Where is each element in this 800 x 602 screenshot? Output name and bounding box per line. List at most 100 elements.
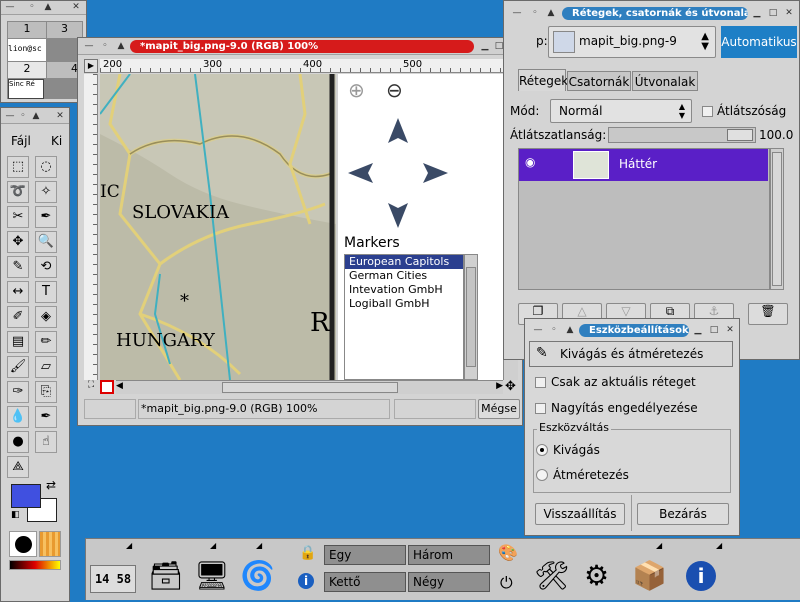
info-small-icon[interactable]: i	[298, 573, 314, 589]
cancel-button[interactable]: Mégse	[478, 399, 520, 419]
scroll-right-arrow-icon[interactable]: ▶	[496, 381, 503, 391]
brush-indicator[interactable]	[9, 531, 37, 557]
pencil-tool-button[interactable]: ✏	[35, 331, 57, 353]
lock-icon[interactable]: 🔒	[299, 545, 316, 561]
package-launcher-icon[interactable]: 📦	[632, 559, 667, 592]
flip-tool-button[interactable]: ↔	[7, 281, 29, 303]
close-icon[interactable]: ✕	[725, 325, 735, 335]
scroll-thumb[interactable]	[222, 382, 398, 393]
paths-tool-button[interactable]: ✒	[35, 206, 57, 228]
zoom-in-icon[interactable]: ⊕	[348, 78, 365, 102]
transform-tool-button[interactable]: ⟲	[35, 256, 57, 278]
minimize-icon[interactable]: ▁	[693, 325, 703, 335]
workspace-3-button[interactable]: Három	[408, 545, 490, 565]
pager-cell-3[interactable]: 3	[47, 22, 82, 38]
shade-icon[interactable]: ▲	[116, 41, 126, 51]
pin-icon[interactable]: ◦	[549, 325, 559, 335]
tab-channels[interactable]: Csatornák	[567, 71, 631, 91]
fuzzy-select-tool-button[interactable]: ✧	[35, 181, 57, 203]
shade-icon[interactable]: ▲	[43, 2, 53, 12]
horizontal-scrollbar[interactable]: ◀ ▶	[116, 380, 503, 394]
navigate-icon[interactable]: ✥	[505, 379, 516, 394]
workspace-1-button[interactable]: Egy	[324, 545, 406, 565]
shade-icon[interactable]: ▲	[546, 8, 556, 18]
move-tool-button[interactable]: ✥	[7, 231, 29, 253]
vertical-ruler[interactable]	[84, 74, 98, 380]
magnify-tool-button[interactable]: 🔍	[35, 231, 57, 253]
menu-icon[interactable]: —	[5, 2, 15, 12]
maximize-icon[interactable]: □	[768, 8, 778, 18]
eye-icon[interactable]: ◉	[525, 155, 541, 171]
markers-scrollbar[interactable]	[464, 254, 478, 380]
terminal-launcher-icon[interactable]: 🗃	[148, 559, 184, 592]
marker-item-german-cities[interactable]: German Cities	[345, 269, 463, 283]
pin-icon[interactable]: ◦	[530, 8, 540, 18]
maximize-icon[interactable]: □	[709, 325, 719, 335]
menu-extensions[interactable]: Ki	[51, 134, 62, 148]
config-launcher-icon[interactable]: ⚙	[584, 559, 609, 592]
pan-arrows-icon[interactable]	[348, 118, 448, 228]
pattern-indicator[interactable]	[39, 531, 61, 557]
drawer-arrow-icon[interactable]: ◢	[256, 541, 262, 550]
scroll-thumb[interactable]	[466, 267, 476, 367]
menu-icon[interactable]: —	[533, 325, 543, 335]
color-picker-tool-button[interactable]: ✐	[7, 306, 29, 328]
menu-icon[interactable]: —	[512, 8, 522, 18]
delete-layer-button[interactable]: 🗑	[748, 303, 788, 325]
pin-icon[interactable]: ◦	[27, 2, 37, 12]
close-icon[interactable]: ✕	[784, 8, 794, 18]
measure-tool-button[interactable]: ⟁	[7, 456, 29, 478]
pager-cell-2[interactable]: 2	[8, 62, 46, 78]
close-icon[interactable]: ✕	[55, 111, 65, 121]
drawer-arrow-icon[interactable]: ◢	[656, 541, 662, 550]
pin-icon[interactable]: ◦	[18, 111, 28, 121]
tab-layers[interactable]: Rétegek	[518, 69, 568, 91]
workspace-4-button[interactable]: Négy	[408, 572, 490, 592]
bucket-fill-tool-button[interactable]: ◈	[35, 306, 57, 328]
tools-launcher-icon[interactable]: 🛠	[534, 559, 570, 592]
menu-icon[interactable]: —	[5, 111, 15, 121]
menu-icon[interactable]: —	[84, 41, 94, 51]
crop-radio[interactable]	[536, 444, 548, 456]
menu-arrow-button[interactable]: ▶	[84, 59, 98, 73]
layer-row-background[interactable]: ◉ Háttér	[519, 149, 768, 181]
eraser-tool-button[interactable]: ▱	[35, 356, 57, 378]
airbrush-tool-button[interactable]: ✑	[7, 381, 29, 403]
marker-item-logiball[interactable]: Logiball GmbH	[345, 297, 463, 311]
pin-icon[interactable]: ◦	[100, 41, 110, 51]
pager-cell-1[interactable]: 1	[8, 22, 46, 38]
scroll-thumb[interactable]	[772, 152, 782, 286]
rect-select-tool-button[interactable]: ⬚	[7, 156, 29, 178]
gradient-indicator[interactable]	[9, 560, 61, 570]
fg-color-swatch[interactable]	[11, 484, 41, 508]
minimize-icon[interactable]: ▁	[480, 41, 490, 51]
clone-tool-button[interactable]: ⎘	[35, 381, 57, 403]
info-launcher-icon[interactable]: i	[686, 561, 716, 591]
layers-scrollbar[interactable]	[770, 148, 784, 290]
blend-tool-button[interactable]: ▤	[7, 331, 29, 353]
marker-item-intevation[interactable]: Intevation GmbH	[345, 283, 463, 297]
workspace-2-button[interactable]: Kettő	[324, 572, 406, 592]
convolve-tool-button[interactable]: 💧	[7, 406, 29, 428]
opacity-slider[interactable]	[608, 127, 756, 143]
horizontal-ruler[interactable]: 200 300 400 500	[100, 59, 503, 73]
ellipse-select-tool-button[interactable]: ◌	[35, 156, 57, 178]
opacity-slider-handle[interactable]	[727, 129, 753, 141]
crop-tool-button[interactable]: ✎	[7, 256, 29, 278]
drawer-arrow-icon[interactable]: ◢	[716, 541, 722, 550]
tab-paths[interactable]: Útvonalak	[632, 71, 698, 91]
scissors-tool-button[interactable]: ✂	[7, 206, 29, 228]
auto-button[interactable]: Automatikus	[721, 26, 797, 58]
drawer-arrow-icon[interactable]: ◢	[126, 541, 132, 550]
minimize-icon[interactable]: ▁	[752, 8, 762, 18]
pager-cell-workspace[interactable]: lion@sc	[8, 39, 46, 61]
gimp-launcher-icon[interactable]: 🌀	[240, 559, 275, 592]
dodge-burn-tool-button[interactable]: ●	[7, 431, 29, 453]
stop-icon[interactable]	[100, 380, 114, 394]
image-selector[interactable]: mapit_big.png-9 ▲ ▼	[548, 26, 716, 58]
paintbrush-tool-button[interactable]: 🖌	[7, 356, 29, 378]
swap-colors-icon[interactable]: ⇄	[46, 478, 56, 492]
allow-enlarge-checkbox[interactable]	[535, 403, 546, 414]
resize-radio[interactable]	[536, 469, 548, 481]
image-canvas[interactable]: * SLOVAKIA HUNGARY IC	[100, 74, 336, 380]
